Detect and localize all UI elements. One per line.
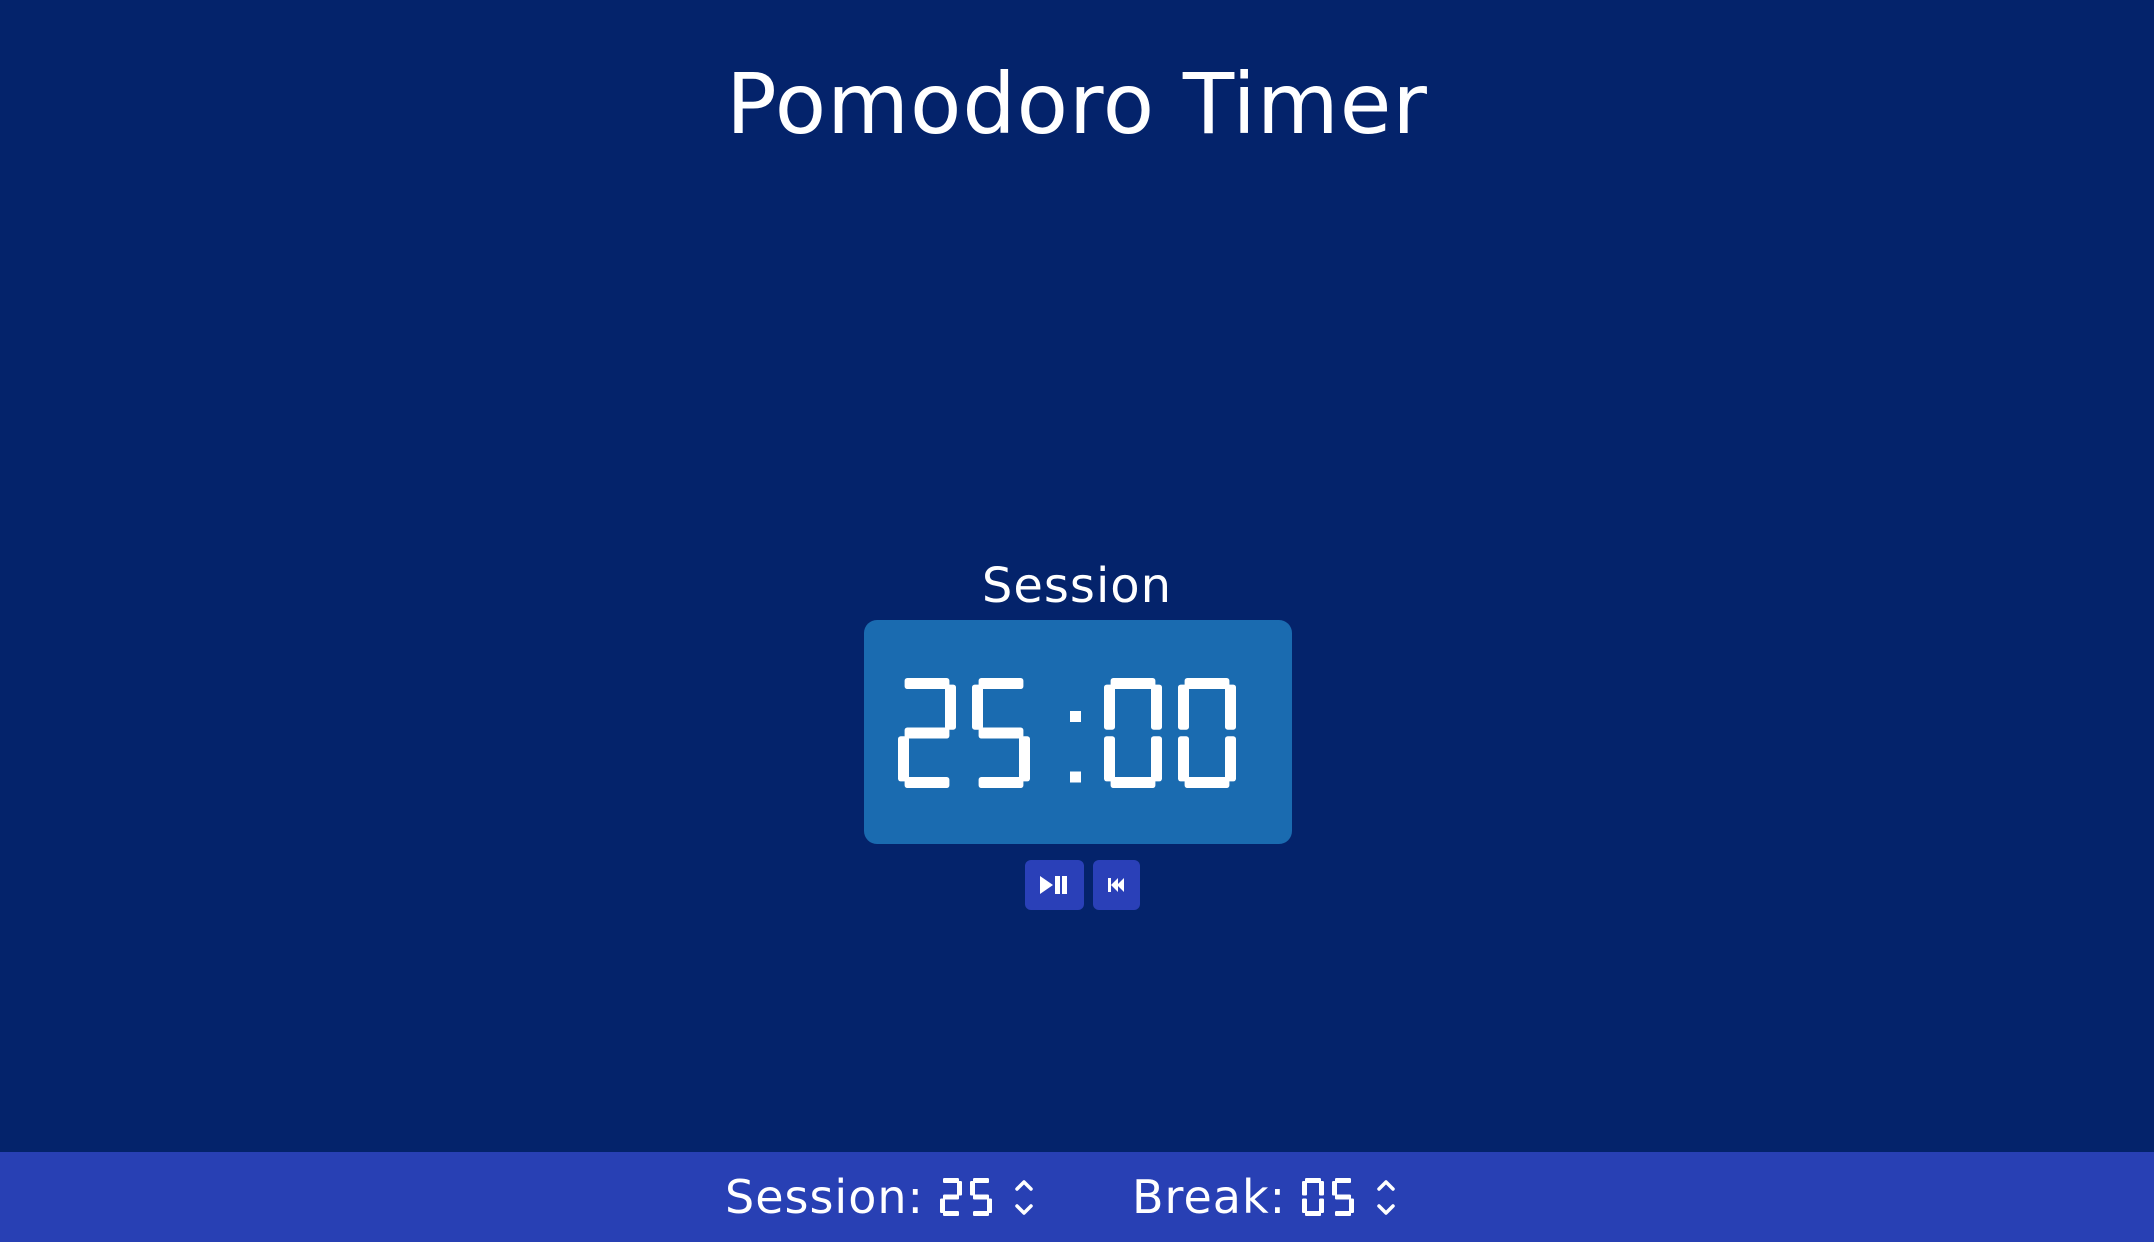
segment-a xyxy=(1335,1178,1352,1183)
segment-a xyxy=(978,678,1024,689)
page-title: Pomodoro Timer xyxy=(726,55,1428,153)
segment-e xyxy=(1178,736,1189,782)
session-length-control: Session: 25 xyxy=(725,1152,1036,1242)
segment-d xyxy=(973,1211,990,1216)
colon-dot xyxy=(1070,771,1081,783)
segment-c xyxy=(1225,736,1236,782)
skip-back-icon xyxy=(1107,878,1124,892)
segment-b xyxy=(945,684,956,730)
segment-c xyxy=(987,1198,993,1213)
segment-f xyxy=(1178,684,1189,730)
segment-e xyxy=(1302,1198,1308,1213)
session-increment-button[interactable] xyxy=(1012,1176,1036,1194)
colon-dot xyxy=(1070,711,1081,722)
chevron-up-icon xyxy=(1015,1179,1033,1191)
break-length-label: Break: xyxy=(1132,1170,1287,1224)
colon xyxy=(1070,711,1081,783)
segment-g xyxy=(943,1194,960,1200)
timer-digits xyxy=(898,678,1236,788)
segment-c xyxy=(1151,736,1162,782)
segment-g xyxy=(1335,1194,1352,1200)
segment-a xyxy=(904,678,950,689)
segment-d xyxy=(978,777,1024,788)
digit-0 xyxy=(1104,678,1162,788)
play-pause-button[interactable] xyxy=(1025,860,1084,910)
segment-c xyxy=(1319,1198,1325,1213)
segment-f xyxy=(970,1181,976,1196)
segment-d xyxy=(1184,777,1230,788)
segment-f xyxy=(972,684,983,730)
timer-display: 25:00 xyxy=(864,620,1292,844)
segment-g xyxy=(973,1194,990,1200)
digit-5 xyxy=(1332,1178,1355,1216)
digit-5 xyxy=(970,1178,993,1216)
segment-d xyxy=(1335,1211,1352,1216)
segment-f xyxy=(1104,684,1115,730)
session-length-label: Session: xyxy=(725,1170,925,1224)
timer-mode-label: Session xyxy=(981,558,1173,614)
session-decrement-button[interactable] xyxy=(1012,1200,1036,1218)
segment-d xyxy=(904,777,950,788)
segment-c xyxy=(1019,736,1030,782)
segment-b xyxy=(1319,1181,1325,1196)
break-increment-button[interactable] xyxy=(1374,1176,1398,1194)
chevron-down-icon xyxy=(1377,1203,1395,1215)
break-decrement-button[interactable] xyxy=(1374,1200,1398,1218)
digit-2 xyxy=(940,1178,963,1216)
segment-e xyxy=(1104,736,1115,782)
segment-a xyxy=(1184,678,1230,689)
segment-d xyxy=(943,1211,960,1216)
digit-2 xyxy=(898,678,956,788)
break-length-value xyxy=(1302,1178,1355,1216)
segment-a xyxy=(943,1178,960,1183)
digit-0 xyxy=(1302,1178,1325,1216)
segment-a xyxy=(1110,678,1156,689)
settings-bar: Session: 25 Break: 05 xyxy=(0,1152,2154,1242)
segment-b xyxy=(1151,684,1162,730)
segment-b xyxy=(957,1181,963,1196)
chevron-down-icon xyxy=(1015,1203,1033,1215)
segment-f xyxy=(1332,1181,1338,1196)
segment-d xyxy=(1110,777,1156,788)
segment-d xyxy=(1305,1211,1322,1216)
digit-0 xyxy=(1178,678,1236,788)
digit-5 xyxy=(972,678,1030,788)
session-length-value xyxy=(940,1178,993,1216)
break-spinner xyxy=(1374,1176,1398,1218)
segment-e xyxy=(940,1198,946,1213)
pomodoro-app: Pomodoro Timer Session 25:00 Session: 25 xyxy=(0,0,2154,1242)
chevron-up-icon xyxy=(1377,1179,1395,1191)
segment-g xyxy=(978,727,1024,739)
segment-e xyxy=(898,736,909,782)
reset-button[interactable] xyxy=(1093,860,1140,910)
segment-b xyxy=(1225,684,1236,730)
segment-c xyxy=(1349,1198,1355,1213)
segment-a xyxy=(1305,1178,1322,1183)
segment-f xyxy=(1302,1181,1308,1196)
break-length-control: Break: 05 xyxy=(1132,1152,1398,1242)
session-spinner xyxy=(1012,1176,1036,1218)
segment-g xyxy=(904,727,950,739)
play-pause-icon xyxy=(1039,876,1067,894)
segment-a xyxy=(973,1178,990,1183)
timer-controls xyxy=(1025,860,1140,910)
